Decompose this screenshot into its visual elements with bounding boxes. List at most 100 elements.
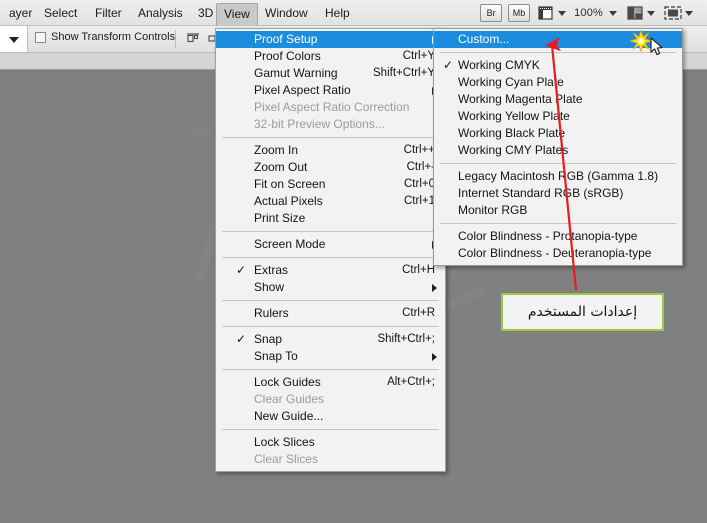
view-extras-chevron-down-icon[interactable]: [558, 10, 567, 16]
menu-item-label: Screen Mode: [254, 237, 326, 251]
arrange-documents-chevron-down-icon[interactable]: [647, 10, 655, 16]
menu-item-label: Working CMYK: [458, 58, 540, 72]
menu-item-zoom-in[interactable]: Zoom In Ctrl++: [216, 142, 445, 159]
menu-view[interactable]: View: [216, 3, 258, 26]
tool-preset-picker[interactable]: [0, 26, 28, 52]
zoom-level-chevron-down-icon[interactable]: [609, 10, 617, 16]
menu-item-monitor-rgb[interactable]: Monitor RGB: [434, 202, 682, 219]
view-menu-dropdown[interactable]: Proof Setup Proof Colors Ctrl+Y Gamut Warni…: [215, 28, 446, 472]
menu-item-label: 32-bit Preview Options...: [254, 117, 385, 131]
menu-item-working-cmyk[interactable]: ✓ Working CMYK: [434, 57, 682, 74]
menu-item-label: Actual Pixels: [254, 194, 323, 208]
annotation-text: إعدادات المستخدم: [527, 304, 638, 320]
mouse-cursor-icon: [650, 37, 664, 57]
menu-item-fit-on-screen[interactable]: Fit on Screen Ctrl+0: [216, 176, 445, 193]
menu-item-label: Color Blindness - Protanopia-type: [458, 229, 638, 243]
menu-item-zoom-out[interactable]: Zoom Out Ctrl+-: [216, 159, 445, 176]
menu-item-label: Internet Standard RGB (sRGB): [458, 186, 624, 200]
menu-separator: [222, 300, 439, 301]
checkmark-icon: ✓: [236, 332, 247, 346]
menu-bar: Help Window View 3D Analysis Filter Select ayer…: [0, 0, 707, 26]
menu-item-new-guide[interactable]: New Guide...: [216, 408, 445, 425]
menu-item-proof-colors[interactable]: Proof Colors Ctrl+Y: [216, 48, 445, 65]
menu-item-snap-to[interactable]: Snap To: [216, 348, 445, 365]
menu-separator: [222, 369, 439, 370]
menu-item-screen-mode[interactable]: Screen Mode: [216, 236, 445, 253]
menu-item-label: Proof Setup: [254, 32, 318, 46]
menu-item-clear-guides: Clear Guides: [216, 391, 445, 408]
menu-item-print-size[interactable]: Print Size: [216, 210, 445, 227]
menu-item-extras[interactable]: ✓ Extras Ctrl+H: [216, 262, 445, 279]
mini-bridge-button[interactable]: Mb: [508, 4, 531, 22]
menu-analysis[interactable]: Analysis: [131, 4, 190, 23]
submenu-chevron-right-icon: [432, 284, 437, 292]
menu-item-shortcut: Shift+Ctrl+Y: [373, 67, 435, 79]
menu-item-lock-guides[interactable]: Lock Guides Alt+Ctrl+;: [216, 374, 445, 391]
menu-separator: [222, 137, 439, 138]
menu-item-label: Extras: [254, 263, 289, 277]
checkbox-box[interactable]: [35, 31, 46, 43]
menu-item-label: Working Yellow Plate: [458, 109, 570, 123]
menu-item-working-yellow-plate[interactable]: Working Yellow Plate: [434, 108, 682, 125]
menu-item-proof-setup[interactable]: Proof Setup: [216, 31, 445, 48]
view-extras-icon[interactable]: [536, 4, 556, 22]
menu-item-label: Clear Guides: [254, 392, 325, 406]
menu-item-snap[interactable]: ✓ Snap Shift+Ctrl+;: [216, 331, 445, 348]
show-transform-controls-checkbox[interactable]: Show Transform Controls: [35, 31, 175, 43]
menu-item-32-bit-preview-options: 32-bit Preview Options...: [216, 116, 445, 133]
arrange-documents-icon[interactable]: [625, 4, 645, 22]
menu-item-label: Clear Slices: [254, 452, 319, 466]
menu-item-label: Working Magenta Plate: [458, 92, 583, 106]
menu-item-lock-slices[interactable]: Lock Slices: [216, 434, 445, 451]
chevron-down-icon: [9, 37, 19, 43]
menu-item-working-cyan-plate[interactable]: Working Cyan Plate: [434, 74, 682, 91]
menu-item-label: Lock Slices: [254, 435, 315, 449]
menu-item-shortcut: Shift+Ctrl+;: [377, 333, 435, 345]
menu-bar-right-controls: Br Mb 100%: [480, 2, 701, 24]
checkmark-icon: ✓: [236, 263, 247, 277]
menu-item-working-magenta-plate[interactable]: Working Magenta Plate: [434, 91, 682, 108]
menu-window[interactable]: Window: [258, 4, 315, 23]
align-top-edges-icon[interactable]: [185, 31, 201, 52]
menu-help[interactable]: Help: [318, 4, 357, 23]
options-divider: [175, 30, 176, 48]
menu-item-rulers[interactable]: Rulers Ctrl+R: [216, 305, 445, 322]
checkmark-icon: ✓: [443, 58, 454, 72]
menu-item-internet-standard-rgb-srgb[interactable]: Internet Standard RGB (sRGB): [434, 185, 682, 202]
sparkle-icon: [628, 28, 654, 54]
menu-item-shortcut: Ctrl+Y: [402, 50, 435, 62]
menu-item-label: Zoom Out: [254, 160, 308, 174]
menu-item-label: Pixel Aspect Ratio: [254, 83, 351, 97]
menu-item-pixel-aspect-ratio-correction: Pixel Aspect Ratio Correction: [216, 99, 445, 116]
menu-separator: [440, 163, 676, 164]
menu-item-shortcut: Alt+Ctrl+;: [387, 376, 435, 388]
menu-item-custom[interactable]: Custom...: [434, 28, 682, 56]
menu-item-label: Fit on Screen: [254, 177, 326, 191]
menu-item-shortcut: Ctrl+R: [402, 307, 435, 319]
menu-select[interactable]: Select: [37, 4, 84, 23]
menu-item-color-blindness-deuteranopia-type[interactable]: Color Blindness - Deuteranopia-type: [434, 245, 682, 262]
menu-item-label: Working Black Plate: [458, 126, 566, 140]
menu-item-shortcut: Ctrl+-: [406, 161, 435, 173]
menu-item-color-blindness-protanopia-type[interactable]: Color Blindness - Protanopia-type: [434, 228, 682, 245]
menu-item-working-black-plate[interactable]: Working Black Plate: [434, 125, 682, 142]
menu-separator: [222, 429, 439, 430]
proof-setup-submenu[interactable]: Custom... ✓ Working CMYK Working Cyan Plate…: [433, 28, 683, 266]
menu-item-label: Legacy Macintosh RGB (Gamma 1.8): [458, 169, 659, 183]
screen-mode-chevron-down-icon[interactable]: [685, 10, 693, 16]
menu-item-legacy-macintosh-rgb-gamma-1-8[interactable]: Legacy Macintosh RGB (Gamma 1.8): [434, 168, 682, 185]
screen-mode-icon[interactable]: [663, 4, 683, 22]
menu-layer[interactable]: ayer: [2, 4, 39, 23]
menu-item-label: Show: [254, 280, 285, 294]
menu-item-label: New Guide...: [254, 409, 324, 423]
menu-item-working-cmy-plates[interactable]: Working CMY Plates: [434, 142, 682, 159]
submenu-chevron-right-icon: [432, 353, 437, 361]
menu-item-actual-pixels[interactable]: Actual Pixels Ctrl+1: [216, 193, 445, 210]
menu-item-pixel-aspect-ratio[interactable]: Pixel Aspect Ratio: [216, 82, 445, 99]
menu-3d[interactable]: 3D: [191, 4, 220, 23]
bridge-button[interactable]: Br: [480, 4, 503, 22]
menu-item-show[interactable]: Show: [216, 279, 445, 296]
menu-item-gamut-warning[interactable]: Gamut Warning Shift+Ctrl+Y: [216, 65, 445, 82]
menu-filter[interactable]: Filter: [88, 4, 129, 23]
menu-item-label: Pixel Aspect Ratio Correction: [254, 100, 410, 114]
